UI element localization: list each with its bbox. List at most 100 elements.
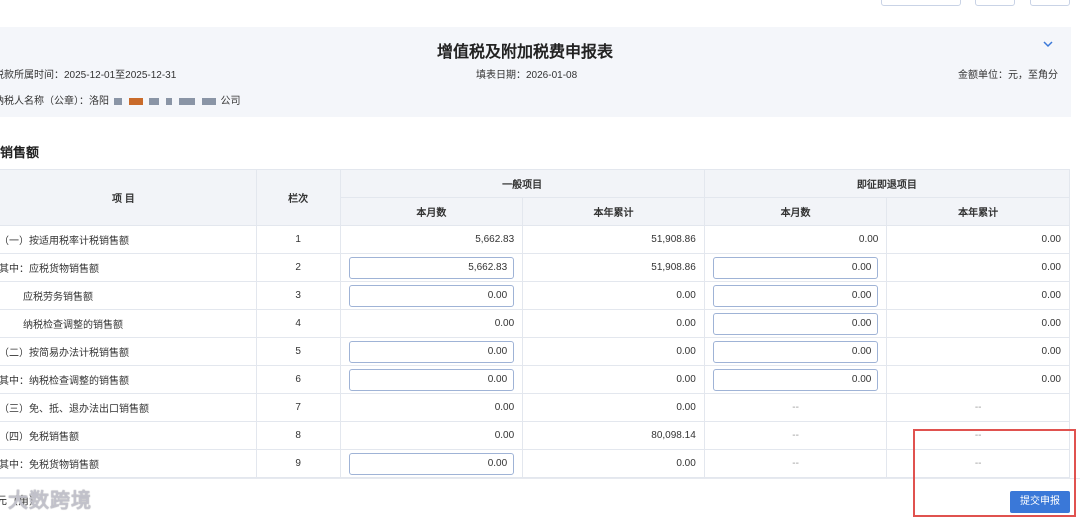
highlight-box [913, 429, 1076, 517]
row-item: （三）免、抵、退办法出口销售额 [0, 393, 257, 422]
redacted-mark [149, 97, 160, 105]
tax-period: 税款所属时间：2025-12-01至2025-12-31 [0, 70, 177, 81]
row-item: 其中：免税货物销售额 [0, 449, 257, 478]
general-month-cell: 5,662.83 [339, 253, 524, 282]
header-item: 项 目 [0, 169, 257, 226]
header-refund-month: 本月数 [703, 197, 888, 226]
general-month-input[interactable]: 0.00 [348, 284, 515, 307]
table-row: 其中：应税货物销售额 2 5,662.83 51,908.86 0.00 0.0… [0, 253, 1070, 282]
general-year-value: 0.00 [522, 393, 705, 422]
table-row: 应税劳务销售额 3 0.00 0.00 0.00 0.00 [0, 281, 1070, 310]
general-month-value: 5,662.83 [339, 225, 524, 254]
general-year-value: 51,908.86 [522, 225, 705, 254]
redacted-mark [128, 97, 143, 105]
refund-month-value: -- [703, 393, 888, 422]
refund-month-cell: 0.00 [703, 365, 888, 394]
row-col: 9 [255, 449, 341, 478]
row-col: 3 [255, 281, 341, 310]
refund-month-input[interactable]: 0.00 [712, 368, 879, 391]
refund-month-value: -- [703, 449, 888, 478]
refund-month-input[interactable]: 0.00 [712, 284, 879, 307]
refund-month-value: -- [703, 421, 888, 450]
header-general-year: 本年累计 [522, 197, 705, 226]
refund-year-value: 0.00 [886, 337, 1070, 366]
row-col: 8 [255, 421, 341, 450]
row-item: （四）免税销售额 [0, 421, 257, 450]
refund-month-cell: 0.00 [703, 309, 888, 338]
refund-month-cell: 0.00 [703, 281, 888, 310]
sales-table: 项 目 栏次 一般项目 即征即退项目 本月数 本年累计 本月数 本年累计 （一）… [0, 169, 1071, 478]
refund-month-cell: 0.00 [703, 253, 888, 282]
taxpayer-name: 纳税人名称（公章）：洛阳 公司 [0, 92, 240, 107]
taxpayer-name-suffix: 公司 [220, 96, 241, 107]
header-refund: 即征即退项目 [703, 169, 1071, 198]
refund-month-value: 0.00 [703, 225, 888, 254]
general-month-cell: 0.00 [339, 449, 524, 478]
redacted-mark [166, 97, 173, 105]
toolbar-button-2[interactable] [975, 0, 1015, 6]
header-general: 一般项目 [339, 169, 705, 198]
amount-unit: 金额单位：元，至角分 [958, 70, 1058, 81]
header-col: 栏次 [255, 169, 341, 226]
row-item: （一）按适用税率计税销售额 [0, 225, 257, 254]
redacted-mark [201, 97, 216, 105]
general-month-value: 0.00 [339, 421, 524, 450]
row-item: 应税劳务销售额 [0, 281, 257, 310]
row-col: 4 [255, 309, 341, 338]
row-item: 纳税检查调整的销售额 [0, 309, 257, 338]
refund-month-input[interactable]: 0.00 [712, 340, 879, 363]
general-month-cell: 0.00 [339, 365, 524, 394]
table-row: 其中：纳税检查调整的销售额 6 0.00 0.00 0.00 0.00 [0, 365, 1070, 394]
row-item: 其中：纳税检查调整的销售额 [0, 365, 257, 394]
general-month-input[interactable]: 0.00 [348, 340, 515, 363]
table-row: （三）免、抵、退办法出口销售额 7 0.00 0.00 -- -- [0, 393, 1070, 422]
table-row: 纳税检查调整的销售额 4 0.00 0.00 0.00 0.00 [0, 309, 1070, 338]
toolbar-button-1[interactable] [881, 0, 961, 6]
refund-year-value: 0.00 [886, 281, 1070, 310]
row-col: 6 [255, 365, 341, 394]
general-year-value: 0.00 [522, 281, 705, 310]
table-row: （一）按适用税率计税销售额 1 5,662.83 51,908.86 0.00 … [0, 225, 1070, 254]
row-col: 5 [255, 337, 341, 366]
table-row: （四）免税销售额 8 0.00 80,098.14 -- -- [0, 421, 1070, 450]
toolbar-button-3[interactable] [1030, 0, 1070, 6]
general-year-value: 0.00 [522, 365, 705, 394]
general-year-value: 0.00 [522, 309, 705, 338]
general-year-value: 0.00 [522, 337, 705, 366]
row-col: 2 [255, 253, 341, 282]
general-month-input[interactable]: 0.00 [348, 452, 515, 475]
refund-month-cell: 0.00 [703, 337, 888, 366]
general-year-value: 0.00 [522, 449, 705, 478]
table-row: （二）按简易办法计税销售额 5 0.00 0.00 0.00 0.00 [0, 337, 1070, 366]
refund-year-value: 0.00 [886, 365, 1070, 394]
general-year-value: 51,908.86 [522, 253, 705, 282]
refund-month-input[interactable]: 0.00 [712, 256, 879, 279]
refund-month-input[interactable]: 0.00 [712, 312, 879, 335]
table-row: 其中：免税货物销售额 9 0.00 0.00 -- -- [0, 449, 1070, 478]
row-col: 7 [255, 393, 341, 422]
form-title: 增值税及附加税费申报表 [436, 44, 613, 61]
refund-year-value: 0.00 [886, 225, 1070, 254]
row-item: 其中：应税货物销售额 [0, 253, 257, 282]
header-general-month: 本月数 [339, 197, 524, 226]
section-title: 销售额 [0, 145, 40, 160]
watermark: 大数跨境 [8, 490, 92, 512]
general-month-input[interactable]: 5,662.83 [348, 256, 515, 279]
general-month-cell: 0.00 [339, 281, 524, 310]
taxpayer-name-prefix: 纳税人名称（公章）：洛阳 [0, 96, 109, 107]
chevron-down-icon[interactable] [1042, 38, 1054, 53]
general-month-input[interactable]: 0.00 [348, 368, 515, 391]
refund-year-value: -- [886, 393, 1070, 422]
redacted-mark [178, 97, 195, 105]
redacted-mark [113, 97, 122, 105]
refund-year-value: 0.00 [886, 253, 1070, 282]
general-year-value: 80,098.14 [522, 421, 705, 450]
refund-year-value: 0.00 [886, 309, 1070, 338]
general-month-cell: 0.00 [339, 337, 524, 366]
row-col: 1 [255, 225, 341, 254]
row-item: （二）按简易办法计税销售额 [0, 337, 257, 366]
general-month-value: 0.00 [339, 393, 524, 422]
general-month-value: 0.00 [339, 309, 524, 338]
header-refund-year: 本年累计 [886, 197, 1070, 226]
fill-date: 填表日期：2026-01-08 [476, 70, 578, 81]
